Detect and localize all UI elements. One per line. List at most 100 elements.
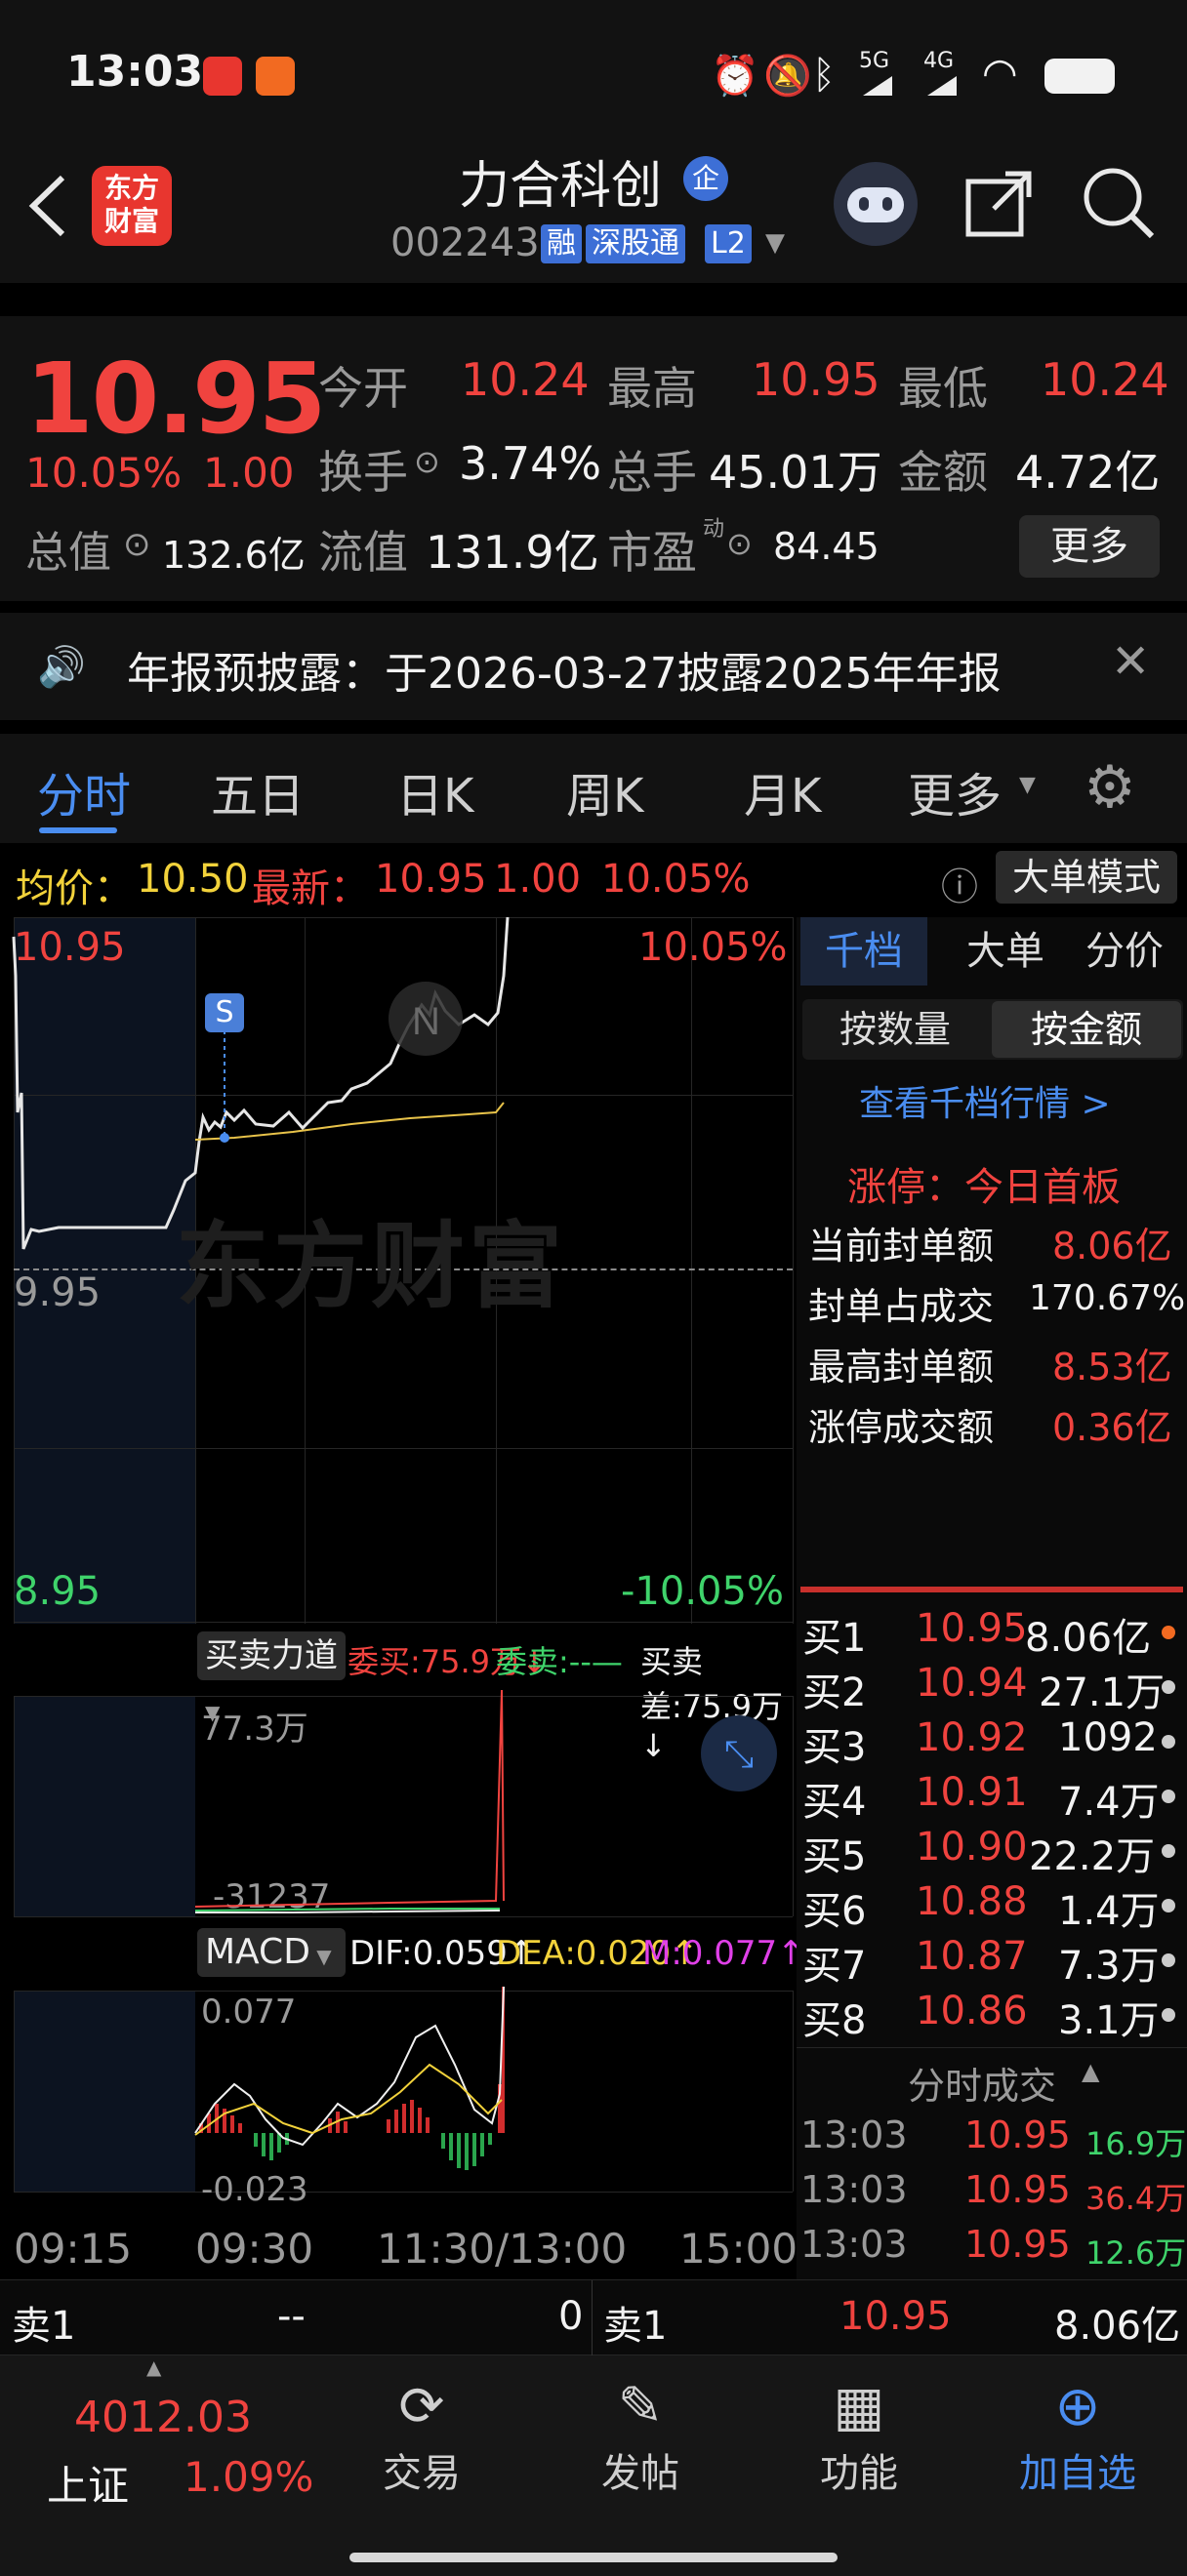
ob-label: 买7 <box>802 1944 867 1989</box>
signal-icon <box>863 72 892 96</box>
ob-price: 10.92 <box>916 1715 1028 1760</box>
ob-label: 买5 <box>802 1834 867 1879</box>
ob-dot-icon <box>1162 1626 1175 1639</box>
notice-text: 年报预披露：于2026-03-27披露2025年年报 <box>127 649 1002 699</box>
ob-price: 10.87 <box>916 1934 1028 1979</box>
nav-trade[interactable]: ⟳ 交易 <box>344 2373 500 2498</box>
orderbook-row[interactable]: 买7 10.87 7.3万 <box>800 1934 1187 1989</box>
x-label-0915: 09:15 <box>14 2225 133 2273</box>
tab-weekly-k[interactable]: 周K <box>566 757 643 825</box>
battery-icon <box>1044 59 1115 94</box>
orderbook-row[interactable]: 买1 10.95 8.06亿 <box>800 1606 1187 1661</box>
tab-intraday[interactable]: 分时 <box>37 757 131 825</box>
big-order-mode-button[interactable]: 大单模式 <box>996 851 1177 904</box>
tab-five-day[interactable]: 五日 <box>211 757 305 825</box>
nav-functions[interactable]: ▦ 功能 <box>781 2373 937 2498</box>
orderbook-row[interactable]: 买4 10.91 7.4万 <box>800 1770 1187 1825</box>
nav-post[interactable]: ✎ 发帖 <box>562 2373 718 2498</box>
n-marker-text: N <box>412 1000 440 1043</box>
close-icon[interactable]: ✕ <box>1111 634 1150 689</box>
tab-daily-k[interactable]: 日K <box>396 757 473 825</box>
x-label-1130-1300: 11:30/13:00 <box>377 2225 628 2273</box>
quote-panel: 10.95 10.05% 1.00 总值 ⊙ 132.6亿 今开 10.24 最… <box>0 316 1187 601</box>
tab-price-breakdown[interactable]: 分价 <box>1066 917 1183 986</box>
edit-icon: ✎ <box>617 2375 664 2438</box>
market-cap-value: 132.6亿 <box>162 534 306 577</box>
volume-value: 45.01万 <box>709 446 882 499</box>
index-pct[interactable]: 1.09% <box>184 2453 313 2501</box>
intraday-chart[interactable]: 东方财富 N S 10.95 9.95 8.95 10.05% -10.05% <box>0 917 797 1624</box>
orderbook-row[interactable]: 买6 10.88 1.4万 <box>800 1879 1187 1934</box>
ob-vol: 7.3万 <box>1058 1944 1160 1989</box>
settings-gear-icon[interactable]: ⚙ <box>1084 753 1136 822</box>
avg-value: 10.50 <box>137 857 249 902</box>
nav-functions-label: 功能 <box>820 2451 898 2496</box>
ob-label: 买6 <box>802 1889 867 1934</box>
trades-caret-icon[interactable]: ▲ <box>1082 2058 1099 2085</box>
low-label: 最低 <box>898 362 988 415</box>
ob-dot-icon <box>1162 2008 1175 2022</box>
chart-tabs: 分时 五日 日K 周K 月K 更多 ▼ ⚙ <box>0 734 1187 843</box>
stat-label-3: 涨停成交额 <box>808 1406 995 1449</box>
tab-big-order[interactable]: 大单 <box>947 917 1064 986</box>
trade-price: 10.95 <box>964 2223 1071 2266</box>
nav-add-watchlist[interactable]: ⊕ 加自选 <box>1000 2373 1156 2498</box>
orderbook-row[interactable]: 买5 10.90 22.2万 <box>800 1825 1187 1879</box>
stat-value-1: 170.67% <box>1029 1278 1186 1318</box>
view-thousand-level-link[interactable]: 查看千档行情 > <box>859 1075 1111 1126</box>
right-sell1-vol: 8.06亿 <box>1054 2304 1181 2349</box>
back-icon[interactable] <box>25 172 68 240</box>
ob-dot-icon <box>1162 1735 1175 1749</box>
ob-label: 买3 <box>802 1725 867 1770</box>
stat-value-3: 0.36亿 <box>1052 1406 1172 1449</box>
pe-info-icon[interactable]: ⊙ <box>726 525 753 562</box>
ob-dot-icon <box>1162 1953 1175 1967</box>
sell-signal-marker[interactable]: S <box>205 993 244 1032</box>
tab-more[interactable]: 更多 <box>908 757 1002 825</box>
robot-assistant-icon[interactable] <box>834 162 918 246</box>
change-amount: 1.00 <box>203 449 295 497</box>
signal-icon-2 <box>927 72 957 96</box>
trade-vol: 12.6万 <box>1085 2234 1187 2272</box>
index-value[interactable]: 4012.03 <box>74 2393 252 2442</box>
index-name[interactable]: 上证 <box>47 2453 129 2513</box>
macd-histogram-green <box>254 2133 492 2170</box>
float-value: 131.9亿 <box>426 526 599 579</box>
trades-title[interactable]: 分时成交 <box>908 2056 1056 2110</box>
orderbook-row[interactable]: 买3 10.92 1092 <box>800 1715 1187 1770</box>
pct-axis-top: 10.05% <box>638 925 788 970</box>
tab-thousand-level[interactable]: 千档 <box>800 917 927 986</box>
ob-price: 10.94 <box>916 1661 1028 1706</box>
help-icon[interactable]: ⓘ <box>941 857 978 910</box>
mute-icon: 🔕 <box>763 54 812 99</box>
search-icon[interactable] <box>1082 166 1156 240</box>
left-sell1-price: -- <box>277 2294 306 2339</box>
amount-label: 金额 <box>898 446 988 499</box>
stat-value-0: 8.06亿 <box>1052 1225 1172 1268</box>
share-icon[interactable] <box>964 168 1035 238</box>
tab-more-caret-icon: ▼ <box>1019 773 1036 797</box>
grid-icon: ▦ <box>833 2375 885 2438</box>
home-indicator[interactable] <box>349 2553 838 2562</box>
ob-label: 买2 <box>802 1670 867 1715</box>
left-sell1-vol: 0 <box>558 2294 584 2339</box>
orderbook-row[interactable]: 买8 10.86 3.1万 <box>800 1989 1187 2043</box>
info-circle-icon[interactable]: ⊙ <box>123 525 151 564</box>
mode-by-amount[interactable]: 按金额 <box>992 1001 1181 1058</box>
turnover-info-icon[interactable]: ⊙ <box>414 443 440 480</box>
dropdown-caret-icon[interactable]: ▼ <box>765 228 785 258</box>
trade-time: 13:03 <box>800 2113 908 2156</box>
alarm-icon: ⏰ <box>711 54 759 99</box>
ob-vol: 27.1万 <box>1039 1670 1166 1715</box>
bottom-nav: ▲ 4012.03 上证 1.09% ⟳ 交易 ✎ 发帖 ▦ 功能 ⊕ 加自选 <box>0 2355 1187 2576</box>
app-logo[interactable]: 东方 财富 <box>92 166 172 246</box>
notice-bar[interactable]: 🔊 年报预披露：于2026-03-27披露2025年年报 ✕ <box>0 613 1187 720</box>
more-button[interactable]: 更多 <box>1019 515 1160 578</box>
nav-post-label: 发帖 <box>601 2451 679 2496</box>
mode-by-quantity[interactable]: 按数量 <box>802 999 988 1060</box>
ob-vol: 3.1万 <box>1058 1998 1160 2043</box>
orderbook-row[interactable]: 买2 10.94 27.1万 <box>800 1661 1187 1715</box>
stock-header: 东方 财富 力合科创 企 002243 融 深股通 L2 ▼ <box>0 127 1187 283</box>
tab-monthly-k[interactable]: 月K <box>744 757 821 825</box>
intraday-info-line: 均价： 10.50 最新： 10.95 1.00 10.05% ⓘ 大单模式 <box>0 851 1187 911</box>
